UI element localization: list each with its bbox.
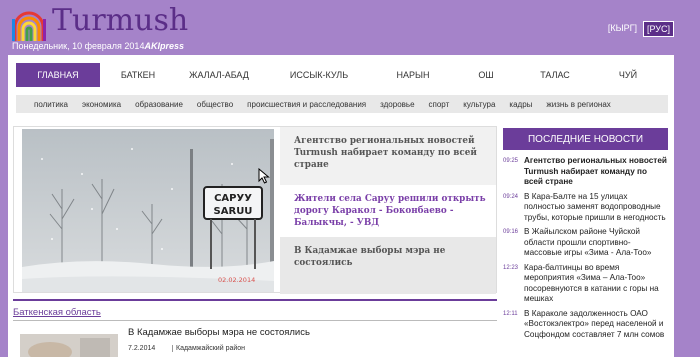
lang-russian-link[interactable]: [РУС]: [642, 21, 674, 37]
category-personnel[interactable]: кадры: [509, 100, 532, 109]
nav-osh[interactable]: ОШ: [450, 63, 522, 87]
mouse-cursor-icon: [258, 168, 270, 184]
category-incidents[interactable]: происшествия и расследования: [247, 100, 366, 109]
slider-headline-2[interactable]: Жители села Саруу решили открыть дорогу …: [280, 185, 496, 237]
article-date: 7.2.2014: [128, 345, 156, 352]
news-item[interactable]: 12:23 Кара-балтинцы во время мероприятия…: [503, 263, 668, 305]
latest-news-heading: ПОСЛЕДНИЕ НОВОСТИ: [503, 128, 668, 150]
category-economy[interactable]: экономика: [82, 100, 121, 109]
region-heading-link[interactable]: Баткенская область: [13, 307, 101, 318]
main-nav: ГЛАВНАЯ БАТКЕН ЖАЛАЛ-АБАД ИССЫК-КУЛЬ НАР…: [16, 63, 668, 87]
current-date: Понедельник, 10 февраля 2014AKIpress: [12, 41, 184, 51]
news-time: 12:23: [503, 264, 519, 271]
category-health[interactable]: здоровье: [380, 100, 414, 109]
slider-headline-1[interactable]: Агентство региональных новостей Turmush …: [280, 127, 496, 185]
news-item[interactable]: 09:25 Агентство региональных новостей Tu…: [503, 156, 668, 188]
nav-jalal-abad[interactable]: ЖАЛАЛ-АБАД: [176, 63, 262, 87]
main-container: ГЛАВНАЯ БАТКЕН ЖАЛАЛ-АБАД ИССЫК-КУЛЬ НАР…: [8, 55, 674, 357]
category-culture[interactable]: культура: [463, 100, 495, 109]
news-text[interactable]: Агентство региональных новостей Turmush …: [524, 156, 668, 188]
news-time: 12:11: [503, 310, 518, 317]
nav-main[interactable]: ГЛАВНАЯ: [16, 63, 100, 87]
sign-bottom-text: SARUU: [214, 206, 253, 217]
nav-chui[interactable]: ЧУЙ: [588, 63, 668, 87]
category-politics[interactable]: политика: [34, 100, 68, 109]
lang-kyrgyz-link[interactable]: [КЫРГ]: [605, 21, 640, 37]
latest-news-list: 09:25 Агентство региональных новостей Tu…: [503, 156, 668, 344]
nav-naryn[interactable]: НАРЫН: [376, 63, 450, 87]
news-item[interactable]: 09:24 В Кара-Балте на 15 улицах полность…: [503, 192, 668, 224]
slider-headlines: Агентство региональных новостей Turmush …: [280, 127, 496, 294]
slider-headline-3[interactable]: В Кадамжае выборы мэра не состоялись: [280, 237, 496, 294]
article-title-link[interactable]: В Кадамжае выборы мэра не состоялись: [128, 327, 310, 338]
news-time: 09:25: [503, 158, 519, 164]
news-time: 09:24: [503, 193, 519, 200]
snowy-road-photo: САРУУ SARUU 02.02.2014: [22, 129, 274, 292]
category-sport[interactable]: спорт: [429, 100, 450, 109]
news-time: 09:16: [503, 229, 519, 235]
featured-slider: САРУУ SARUU 02.02.2014 Агентство региона…: [13, 126, 497, 294]
article-thumbnail-image: [20, 334, 118, 357]
news-text[interactable]: В Кара-Балте на 15 улицах полностью заме…: [524, 192, 668, 224]
logo-text: Turmush: [52, 3, 189, 38]
category-nav: политика экономика образование общество …: [16, 95, 668, 113]
article-region-link[interactable]: Кадамжайский район: [172, 345, 245, 352]
category-society[interactable]: общество: [197, 100, 233, 109]
turmush-logo[interactable]: Turmush: [12, 3, 188, 41]
nav-issyk-kul[interactable]: ИССЫК-КУЛЬ: [262, 63, 376, 87]
news-text[interactable]: В Караколе задолженность ОАО «Востокэлек…: [524, 309, 668, 341]
language-switcher: [КЫРГ] [РУС]: [605, 21, 674, 37]
article-thumbnail[interactable]: [20, 334, 118, 357]
news-item[interactable]: 09:16 В Жайылском районе Чуйской области…: [503, 227, 668, 259]
nav-talas[interactable]: ТАЛАС: [522, 63, 588, 87]
featured-photo[interactable]: САРУУ SARUU 02.02.2014: [22, 129, 274, 292]
news-text[interactable]: В Жайылском районе Чуйской области прошл…: [524, 227, 668, 259]
section-divider: [13, 299, 497, 301]
sign-top-text: САРУУ: [214, 193, 252, 204]
date-text: Понедельник, 10 февраля 2014: [12, 41, 145, 51]
category-education[interactable]: образование: [135, 100, 183, 109]
region-underline: [13, 320, 497, 321]
photo-date-stamp: 02.02.2014: [218, 276, 255, 284]
rainbow-logo-icon: [12, 11, 46, 41]
category-regional-life[interactable]: жизнь в регионах: [546, 100, 610, 109]
nav-batken[interactable]: БАТКЕН: [100, 63, 176, 87]
news-text[interactable]: Кара-балтинцы во время мероприятия «Зима…: [524, 263, 668, 305]
akipress-label: AKIpress: [144, 41, 184, 51]
news-item[interactable]: 12:11 В Караколе задолженность ОАО «Вост…: [503, 309, 668, 341]
